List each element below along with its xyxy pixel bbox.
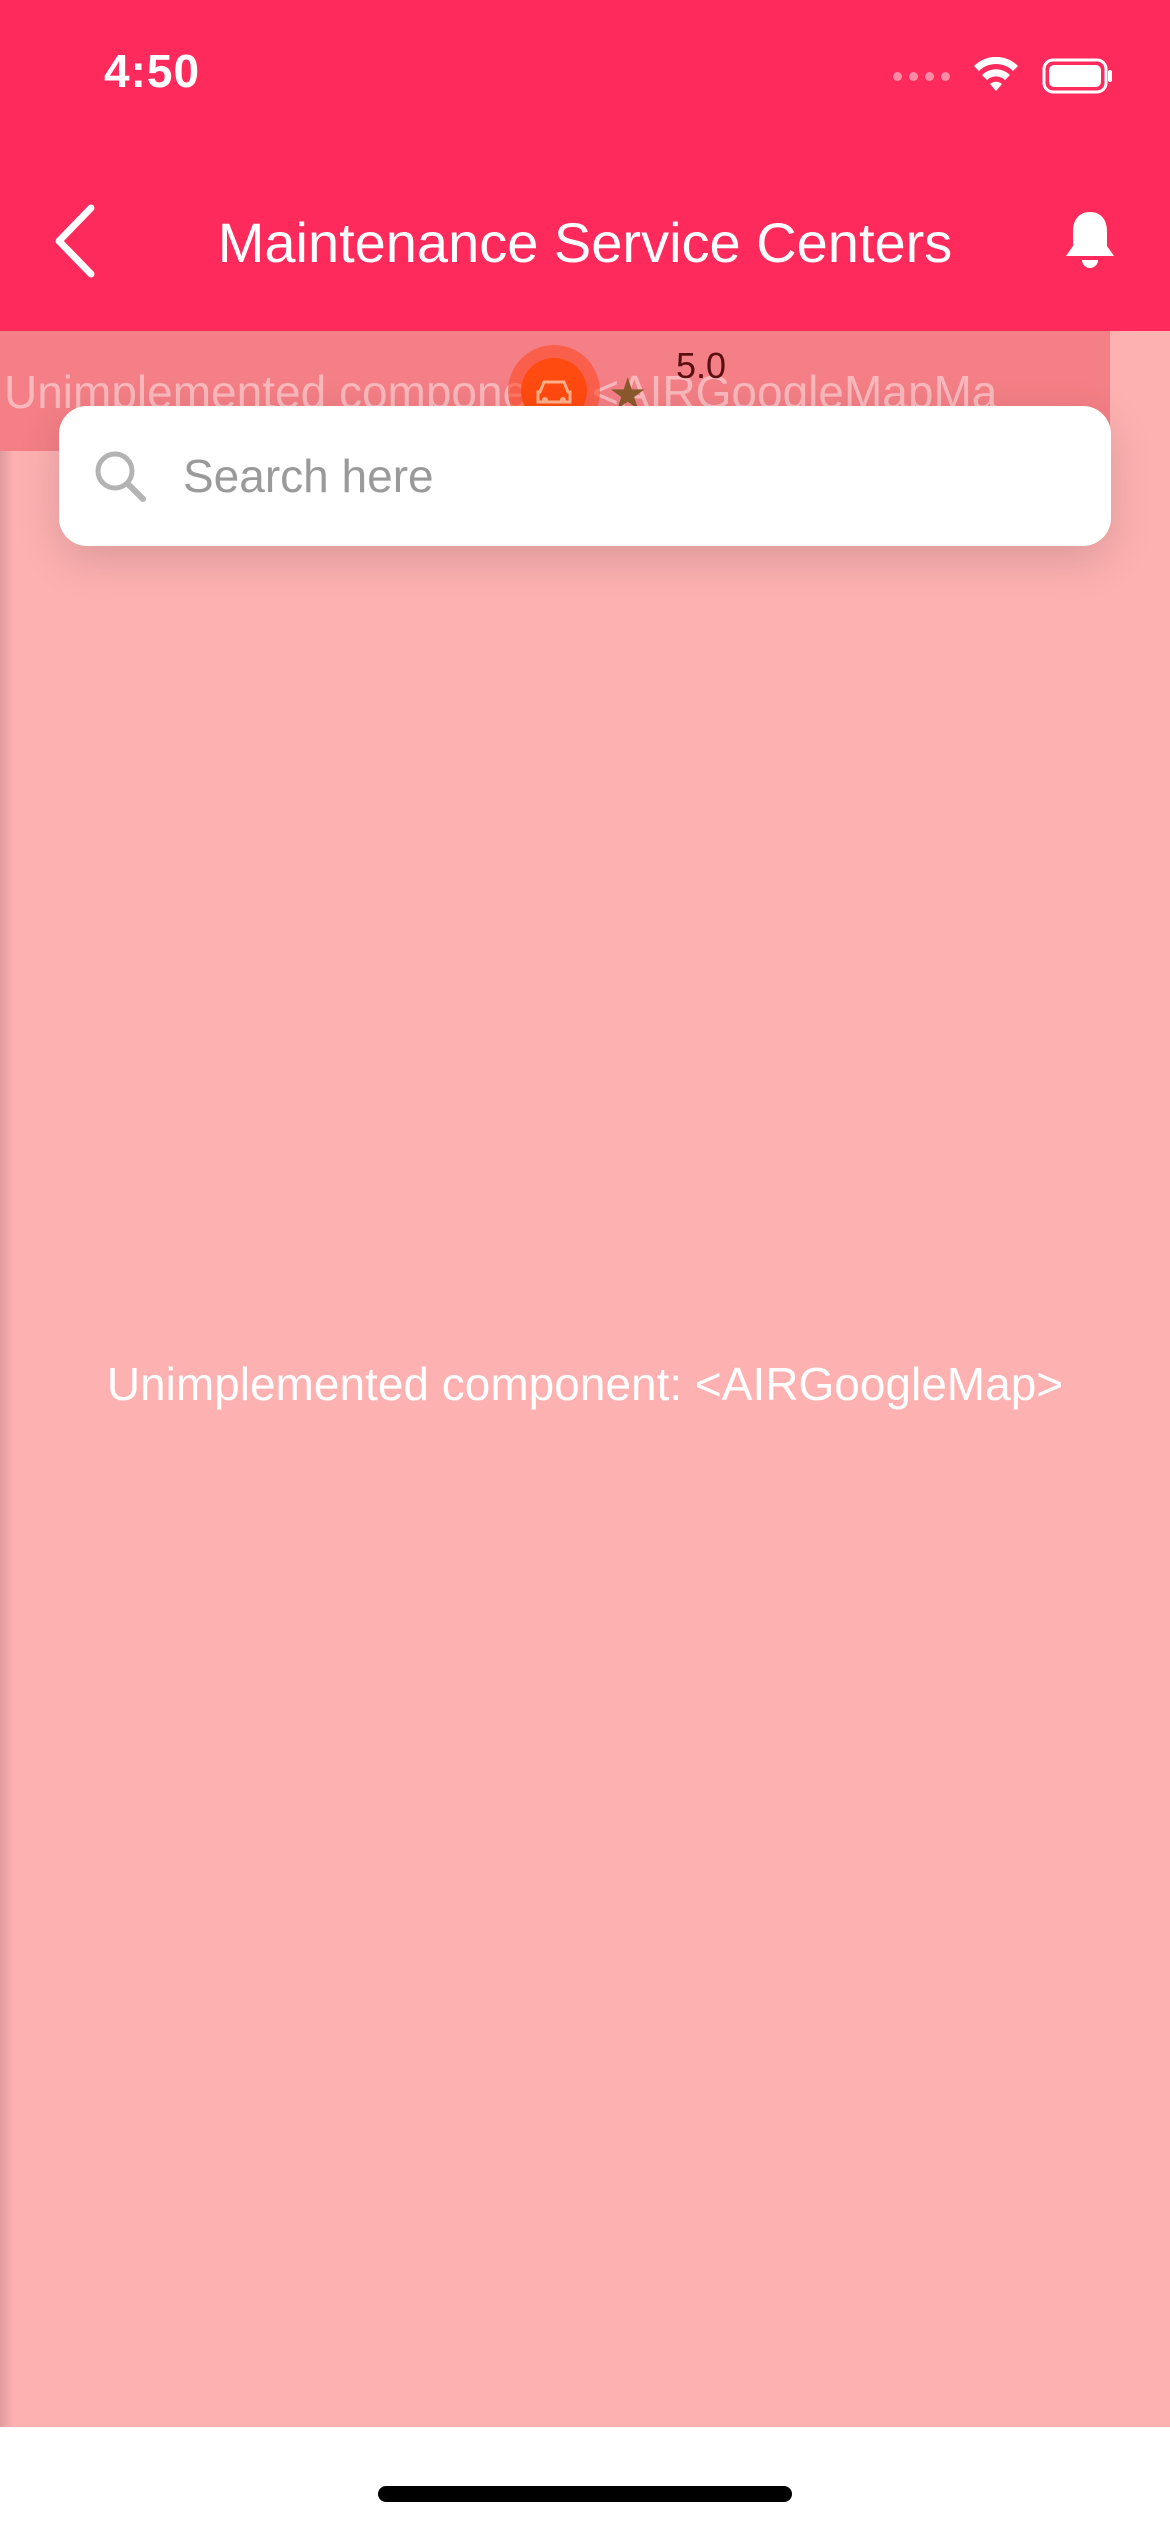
app-header: 4:50 Maintenance Service Centers bbox=[0, 0, 1170, 331]
status-time: 4:50 bbox=[104, 45, 201, 97]
back-button[interactable] bbox=[40, 196, 110, 286]
wifi-icon bbox=[974, 57, 1018, 91]
search-bar[interactable] bbox=[59, 406, 1111, 546]
search-icon bbox=[95, 451, 146, 502]
battery-icon bbox=[1042, 58, 1112, 94]
signal-icon bbox=[893, 71, 950, 81]
map-placeholder-text: Unimplemented component: <AIRGoogleMap> bbox=[106, 1358, 1064, 1410]
bell-icon bbox=[1066, 212, 1114, 268]
home-indicator[interactable] bbox=[378, 2486, 792, 2502]
notifications-button[interactable] bbox=[1050, 200, 1130, 280]
map-view[interactable]: Unimplemented component: <AIRGoogleMapMa… bbox=[0, 331, 1170, 2427]
status-icons bbox=[893, 54, 1114, 98]
rating-value: 5.0 bbox=[676, 345, 727, 386]
search-input[interactable] bbox=[183, 449, 1043, 503]
screen: 4:50 Maintenance Service Centers Unimple… bbox=[0, 0, 1170, 2532]
chevron-left-icon bbox=[55, 204, 95, 278]
car-icon bbox=[536, 380, 572, 404]
page-title: Maintenance Service Centers bbox=[217, 211, 953, 274]
